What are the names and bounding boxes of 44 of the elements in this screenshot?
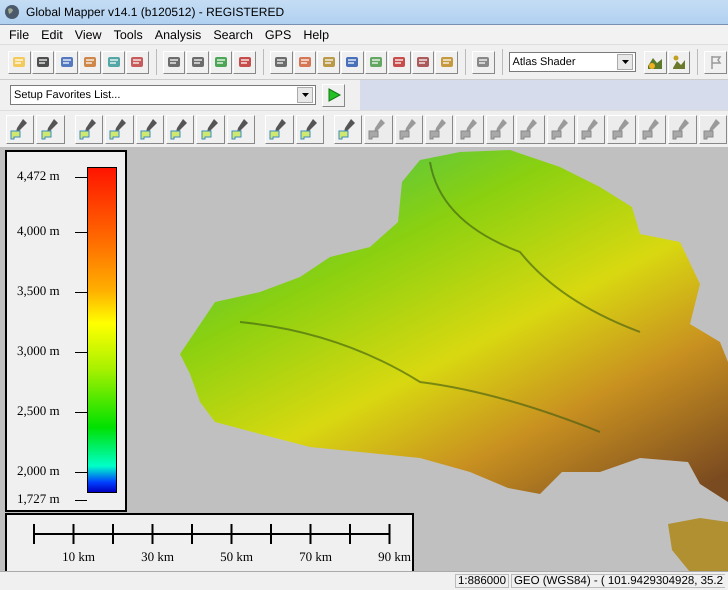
scale-label: 70 km xyxy=(298,549,333,565)
edit-tool-button[interactable] xyxy=(334,114,362,144)
scale-label: 30 km xyxy=(140,549,175,565)
caret-icon xyxy=(302,93,308,97)
menu-item[interactable]: Analysis xyxy=(148,28,208,42)
edit-tool-button[interactable] xyxy=(105,114,134,144)
shader-settings-button[interactable] xyxy=(644,50,667,74)
legend-label: 2,500 m xyxy=(17,403,60,419)
scale-label: 90 km xyxy=(377,549,412,565)
legend-label: 1,727 m xyxy=(17,491,60,507)
edit-tool-button[interactable] xyxy=(166,114,194,144)
menu-item[interactable]: Tools xyxy=(108,28,149,42)
scale-label: 10 km xyxy=(61,549,96,565)
legend-label: 4,472 m xyxy=(17,168,60,184)
menu-item[interactable]: Edit xyxy=(35,28,69,42)
shader-dropdown[interactable]: Atlas Shader xyxy=(508,52,636,72)
favorites-dropdown[interactable]: Setup Favorites List... xyxy=(10,85,316,105)
edit-tool-button[interactable] xyxy=(36,114,65,144)
3d-landscape-icon xyxy=(671,54,688,70)
menu-item[interactable]: Search xyxy=(207,28,259,42)
flag-button[interactable] xyxy=(704,50,727,74)
play-icon xyxy=(326,87,342,103)
cursor-coordinates: GEO (WGS84) - ( 101.9429304928, 35.2 xyxy=(510,574,726,588)
caret-icon xyxy=(622,60,629,64)
edit-tool-button[interactable] xyxy=(265,114,294,144)
menu-item[interactable]: GPS xyxy=(258,28,298,42)
legend-label: 4,000 m xyxy=(17,223,60,239)
edit-tool-button[interactable] xyxy=(226,114,256,144)
window-title: Global Mapper v14.1 (b120512) - REGISTERED xyxy=(26,5,284,19)
edit-tool-button[interactable] xyxy=(136,114,164,144)
map-scale: 1:886000 xyxy=(455,574,509,588)
menu-item[interactable]: Help xyxy=(297,28,336,42)
menu-item[interactable]: File xyxy=(3,28,36,42)
menu-item[interactable]: View xyxy=(68,28,108,42)
edit-tool-button[interactable] xyxy=(296,114,324,144)
edit-tool-button[interactable] xyxy=(196,114,225,144)
legend-label: 2,000 m xyxy=(17,463,60,479)
3d-view-button[interactable] xyxy=(668,50,690,74)
legend-label: 3,500 m xyxy=(17,283,60,299)
scale-label: 50 km xyxy=(219,549,254,565)
legend-label: 3,000 m xyxy=(17,343,60,359)
edit-tool-button[interactable] xyxy=(6,114,34,144)
edit-tool-button[interactable] xyxy=(74,114,104,144)
run-button[interactable] xyxy=(322,84,345,106)
